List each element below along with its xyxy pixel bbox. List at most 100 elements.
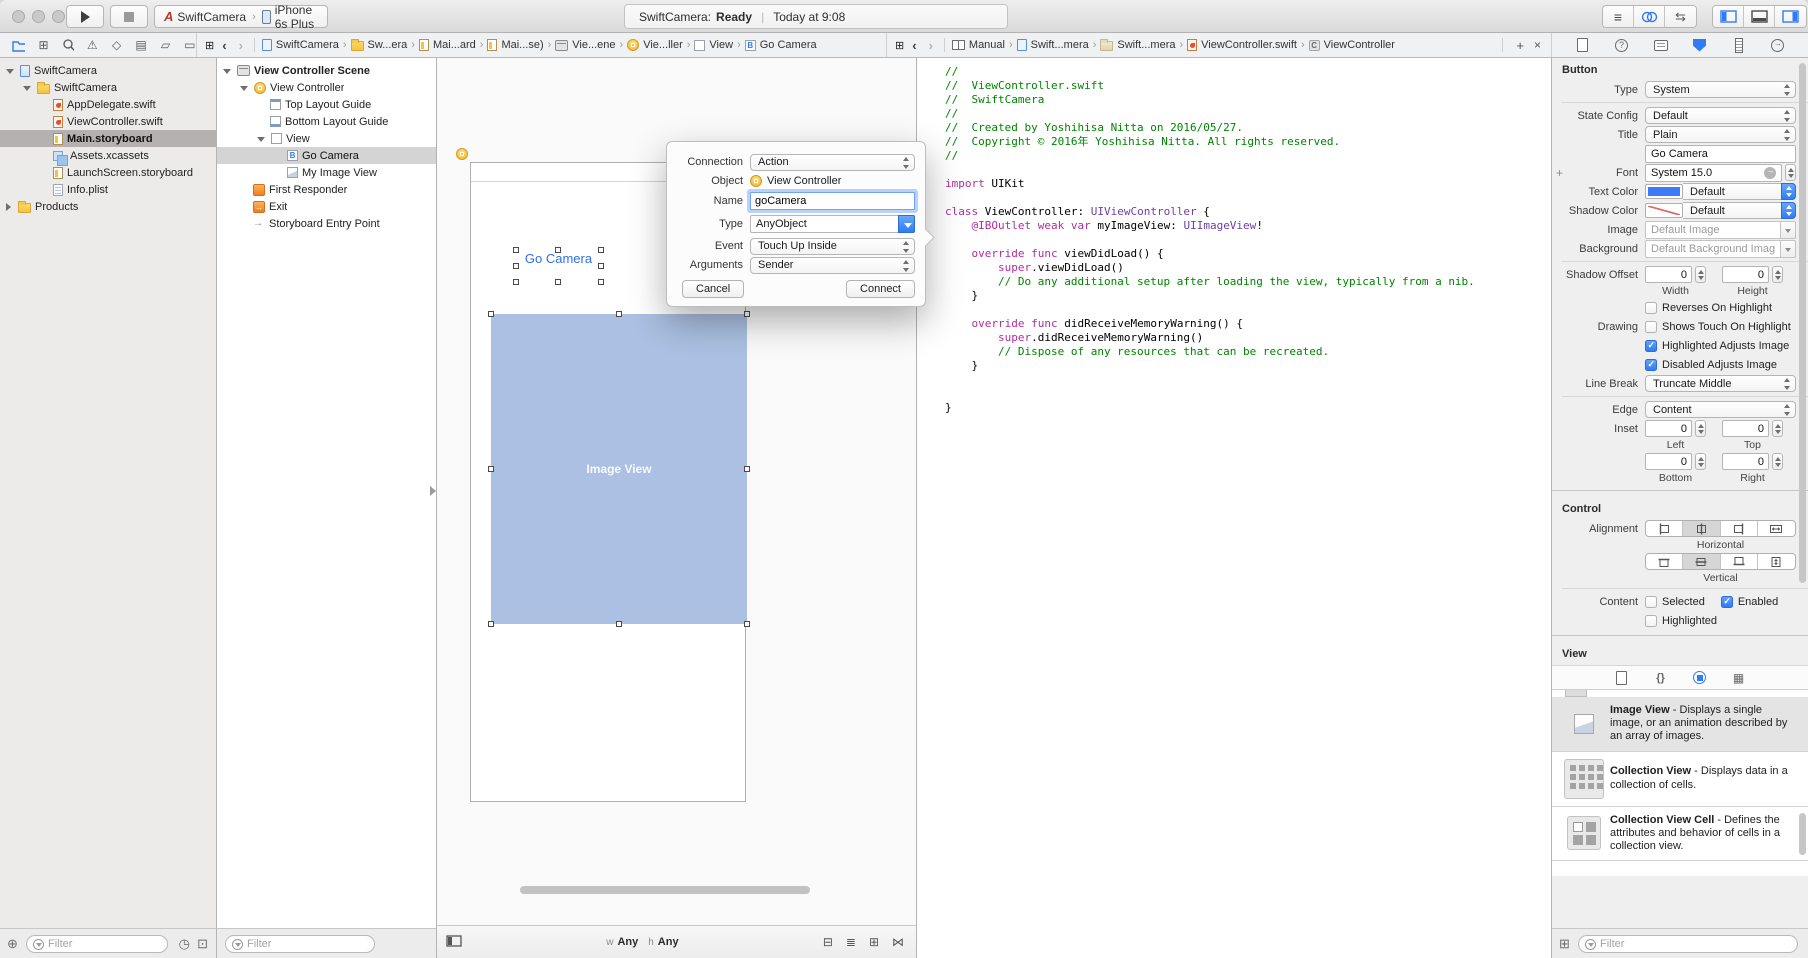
shadow-color-swatch[interactable]	[1645, 203, 1683, 218]
breakpoint-navigator-icon[interactable]: ▱	[159, 38, 171, 52]
breadcrumb-item[interactable]: SwiftCamera	[262, 39, 339, 51]
outline-row[interactable]: Top Layout Guide	[217, 96, 436, 113]
related-items-icon[interactable]: ⊞	[205, 39, 214, 52]
version-editor-button[interactable]: ⇆	[1665, 6, 1696, 27]
pin-button[interactable]: ⊞	[869, 935, 879, 949]
align-center-segment[interactable]	[1683, 521, 1720, 536]
file-row[interactable]: SwiftCamera	[0, 62, 216, 79]
add-assistant-editor-button[interactable]: +	[1516, 38, 1524, 53]
inspector-scrollbar[interactable]	[1799, 63, 1806, 583]
project-navigator-icon[interactable]	[12, 39, 25, 52]
breadcrumb-item[interactable]: ViewController	[1309, 39, 1395, 51]
outline-row[interactable]: First Responder	[217, 181, 436, 198]
scm-status-icon[interactable]: ⊡	[197, 936, 208, 952]
back-button[interactable]: ‹	[908, 38, 920, 53]
align-top-segment[interactable]	[1646, 554, 1683, 569]
file-row[interactable]: ViewController.swift	[0, 113, 216, 130]
align-button[interactable]: ≣	[846, 935, 856, 949]
grid-view-icon[interactable]: ⊞	[1559, 936, 1570, 952]
zoom-window-button[interactable]	[52, 10, 65, 23]
related-items-icon[interactable]: ⊞	[895, 39, 904, 52]
stepper[interactable]	[1695, 420, 1706, 437]
filter-input[interactable]	[1600, 938, 1791, 950]
checkbox[interactable]	[1645, 302, 1657, 314]
checkbox[interactable]	[1645, 596, 1657, 608]
identity-inspector-icon[interactable]	[1653, 40, 1668, 51]
run-button[interactable]	[66, 5, 104, 28]
align-fill-vertical-segment[interactable]	[1758, 554, 1795, 569]
font-size-stepper[interactable]	[1785, 164, 1796, 181]
checkbox[interactable]	[1645, 340, 1657, 352]
align-middle-segment[interactable]	[1683, 554, 1720, 569]
scheme-selector[interactable]: A SwiftCamera › iPhone 6s Plus	[154, 5, 328, 28]
background-image-combo[interactable]: Default Background Imag	[1645, 240, 1796, 258]
forward-button[interactable]: ›	[925, 38, 937, 53]
checkbox[interactable]	[1645, 321, 1657, 333]
source-editor[interactable]: //// ViewController.swift// SwiftCamera/…	[917, 58, 1552, 958]
issue-navigator-icon[interactable]: ⚠	[86, 38, 98, 52]
state-config-popup[interactable]: Default	[1645, 107, 1796, 124]
selection-handle[interactable]	[513, 247, 519, 253]
stepper[interactable]	[1695, 266, 1706, 283]
breadcrumb-item[interactable]: ViewController.swift	[1187, 39, 1297, 51]
button-type-popup[interactable]: System	[1645, 81, 1796, 98]
library-filter-field[interactable]	[1578, 935, 1798, 953]
canvas-image-view[interactable]: Image View	[491, 314, 747, 624]
toggle-debug-area-button[interactable]	[1744, 6, 1775, 27]
text-color-swatch[interactable]	[1645, 184, 1683, 199]
image-combo[interactable]: Default Image	[1645, 221, 1796, 239]
line-break-popup[interactable]: Truncate Middle	[1645, 375, 1796, 392]
resize-handle[interactable]	[488, 311, 494, 317]
file-inspector-icon[interactable]	[1575, 38, 1590, 52]
outline-row[interactable]: View Controller Scene	[217, 62, 436, 79]
shadow-color-popup[interactable]: Default	[1683, 202, 1796, 219]
outline-row[interactable]: My Image View	[217, 164, 436, 181]
file-row[interactable]: AppDelegate.swift	[0, 96, 216, 113]
toggle-inspector-button[interactable]	[1775, 6, 1806, 27]
back-button[interactable]: ‹	[218, 38, 230, 53]
debug-navigator-icon[interactable]: ▤	[135, 38, 147, 52]
resize-handle[interactable]	[488, 621, 494, 627]
disclosure-triangle[interactable]	[6, 69, 14, 74]
file-template-library-icon[interactable]	[1614, 671, 1629, 685]
stepper[interactable]	[1772, 420, 1783, 437]
connections-inspector-icon[interactable]	[1770, 39, 1785, 52]
selected-checkbox[interactable]: Selected	[1645, 596, 1705, 608]
code-snippet-library-icon[interactable]: {}	[1653, 672, 1668, 684]
inset-bottom-field[interactable]: 0	[1645, 453, 1692, 470]
highlighted-adjusts-image-checkbox[interactable]: Highlighted Adjusts Image	[1645, 340, 1789, 352]
filter-input[interactable]	[48, 938, 161, 950]
forward-button[interactable]: ›	[235, 38, 247, 53]
reverses-on-highlight-checkbox[interactable]: Reverses On Highlight	[1645, 302, 1772, 314]
checkbox[interactable]	[1721, 596, 1733, 608]
toggle-navigator-button[interactable]	[1713, 6, 1744, 27]
font-field[interactable]: System 15.0	[1645, 164, 1782, 182]
library-item[interactable]: Collection View Cell - Defines the attri…	[1552, 807, 1808, 862]
title-type-popup[interactable]: Plain	[1645, 126, 1796, 143]
navigator-filter-field[interactable]	[26, 935, 168, 953]
shadow-offset-height-field[interactable]: 0	[1722, 266, 1769, 283]
scene-dock-view-controller-icon[interactable]	[456, 148, 468, 160]
align-fill-segment[interactable]	[1758, 521, 1795, 536]
breadcrumb-item[interactable]: Go Camera	[745, 39, 817, 51]
inset-right-field[interactable]: 0	[1722, 453, 1769, 470]
edge-popup[interactable]: Content	[1645, 401, 1796, 418]
assistant-editor-button[interactable]	[1634, 6, 1665, 27]
stepper[interactable]	[1695, 453, 1706, 470]
symbol-navigator-icon[interactable]: ⊞	[37, 38, 49, 52]
add-button[interactable]: ⊕	[7, 936, 18, 952]
breadcrumb-item[interactable]: Swift...mera	[1017, 39, 1089, 51]
resize-handle[interactable]	[616, 621, 622, 627]
resize-handle[interactable]	[744, 311, 750, 317]
document-outline-toggle-button[interactable]	[437, 935, 462, 950]
cancel-button[interactable]: Cancel	[682, 280, 744, 298]
selection-handle[interactable]	[513, 263, 519, 269]
stop-button[interactable]	[110, 5, 148, 28]
file-row[interactable]: Info.plist	[0, 181, 216, 198]
breadcrumb-item[interactable]: View	[694, 39, 733, 51]
breadcrumb-item[interactable]: Vie...ene	[555, 39, 615, 51]
enabled-checkbox[interactable]: Enabled	[1721, 596, 1778, 608]
report-navigator-icon[interactable]: ▭	[184, 38, 196, 52]
file-row[interactable]: SwiftCamera	[0, 79, 216, 96]
object-library-icon[interactable]	[1692, 671, 1707, 684]
